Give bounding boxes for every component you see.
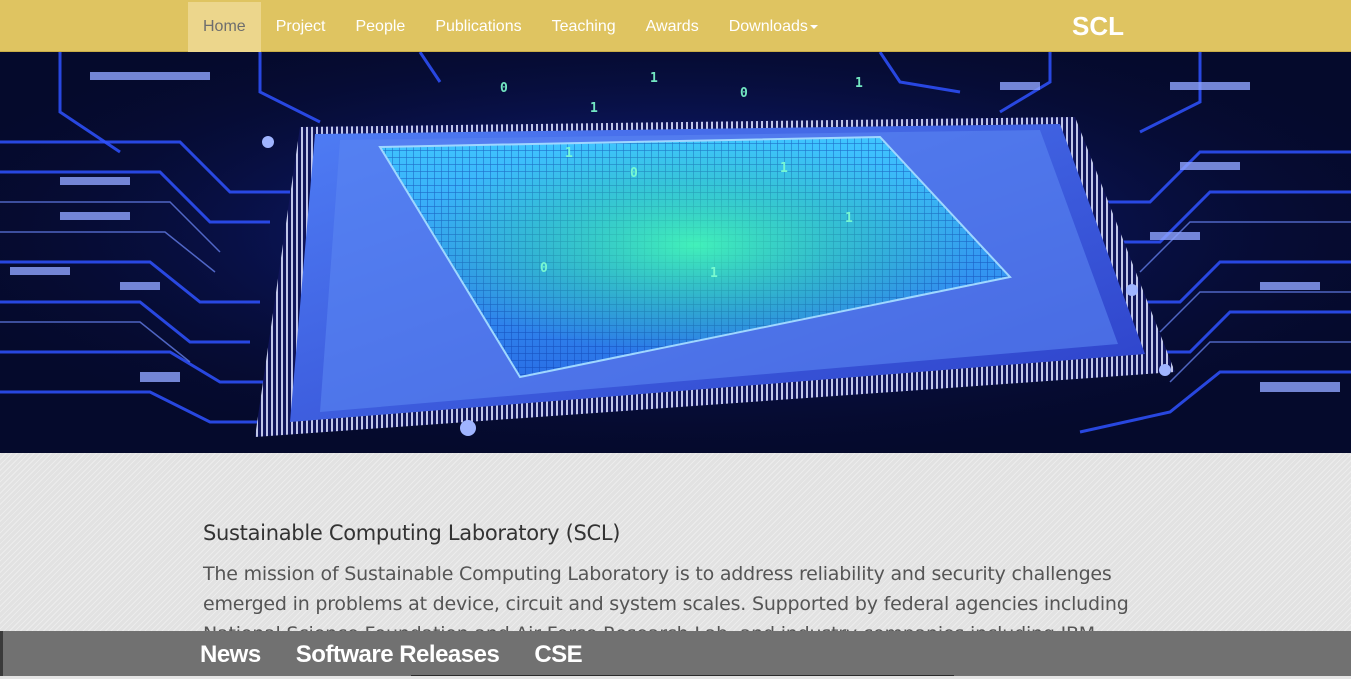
- bottom-link-software-releases[interactable]: Software Releases: [296, 631, 500, 676]
- hero-banner-image: 0 1 0 1 1 1 0 1 1 0 1: [0, 52, 1351, 453]
- top-navbar: Home Project People Publications Teachin…: [0, 0, 1351, 52]
- bottom-link-news[interactable]: News: [200, 631, 261, 676]
- nav-item-label: Project: [275, 18, 326, 35]
- svg-text:1: 1: [590, 101, 598, 116]
- nav-item-publications[interactable]: Publications: [420, 2, 536, 52]
- svg-text:1: 1: [780, 161, 788, 176]
- bottom-bar-edge: [0, 631, 3, 676]
- nav-item-people[interactable]: People: [340, 2, 420, 52]
- bottom-nav-links: News Software Releases CSE: [200, 631, 617, 676]
- nav-item-teaching[interactable]: Teaching: [537, 2, 631, 52]
- nav-item-label: Publications: [435, 18, 522, 35]
- nav-item-label: Awards: [645, 18, 699, 35]
- bottom-link-cse[interactable]: CSE: [534, 631, 582, 676]
- nav-item-label: Teaching: [551, 18, 616, 35]
- svg-text:0: 0: [500, 81, 508, 96]
- svg-text:1: 1: [650, 71, 658, 86]
- circuit-chip-image: 0 1 0 1 1 1 0 1 1 0 1: [0, 52, 1351, 453]
- nav-item-label: People: [355, 18, 406, 35]
- nav-item-project[interactable]: Project: [261, 2, 341, 52]
- svg-text:0: 0: [540, 261, 548, 276]
- svg-text:0: 0: [630, 166, 638, 181]
- svg-text:1: 1: [710, 266, 718, 281]
- svg-text:1: 1: [845, 211, 853, 226]
- section-title: Sustainable Computing Laboratory (SCL): [203, 521, 621, 545]
- bottom-nav-bar: News Software Releases CSE: [0, 631, 1351, 676]
- nav-item-label: Home: [203, 18, 246, 35]
- nav-item-home[interactable]: Home: [188, 2, 261, 52]
- svg-text:1: 1: [855, 76, 863, 91]
- nav-item-awards[interactable]: Awards: [631, 2, 714, 52]
- nav-item-downloads[interactable]: Downloads: [714, 2, 833, 52]
- nav-menu: Home Project People Publications Teachin…: [188, 2, 833, 52]
- brand-logo[interactable]: SCL: [1072, 0, 1124, 52]
- nav-item-label: Downloads: [728, 18, 808, 35]
- svg-text:0: 0: [740, 86, 748, 101]
- caret-down-icon: [809, 24, 818, 29]
- svg-text:1: 1: [565, 146, 573, 161]
